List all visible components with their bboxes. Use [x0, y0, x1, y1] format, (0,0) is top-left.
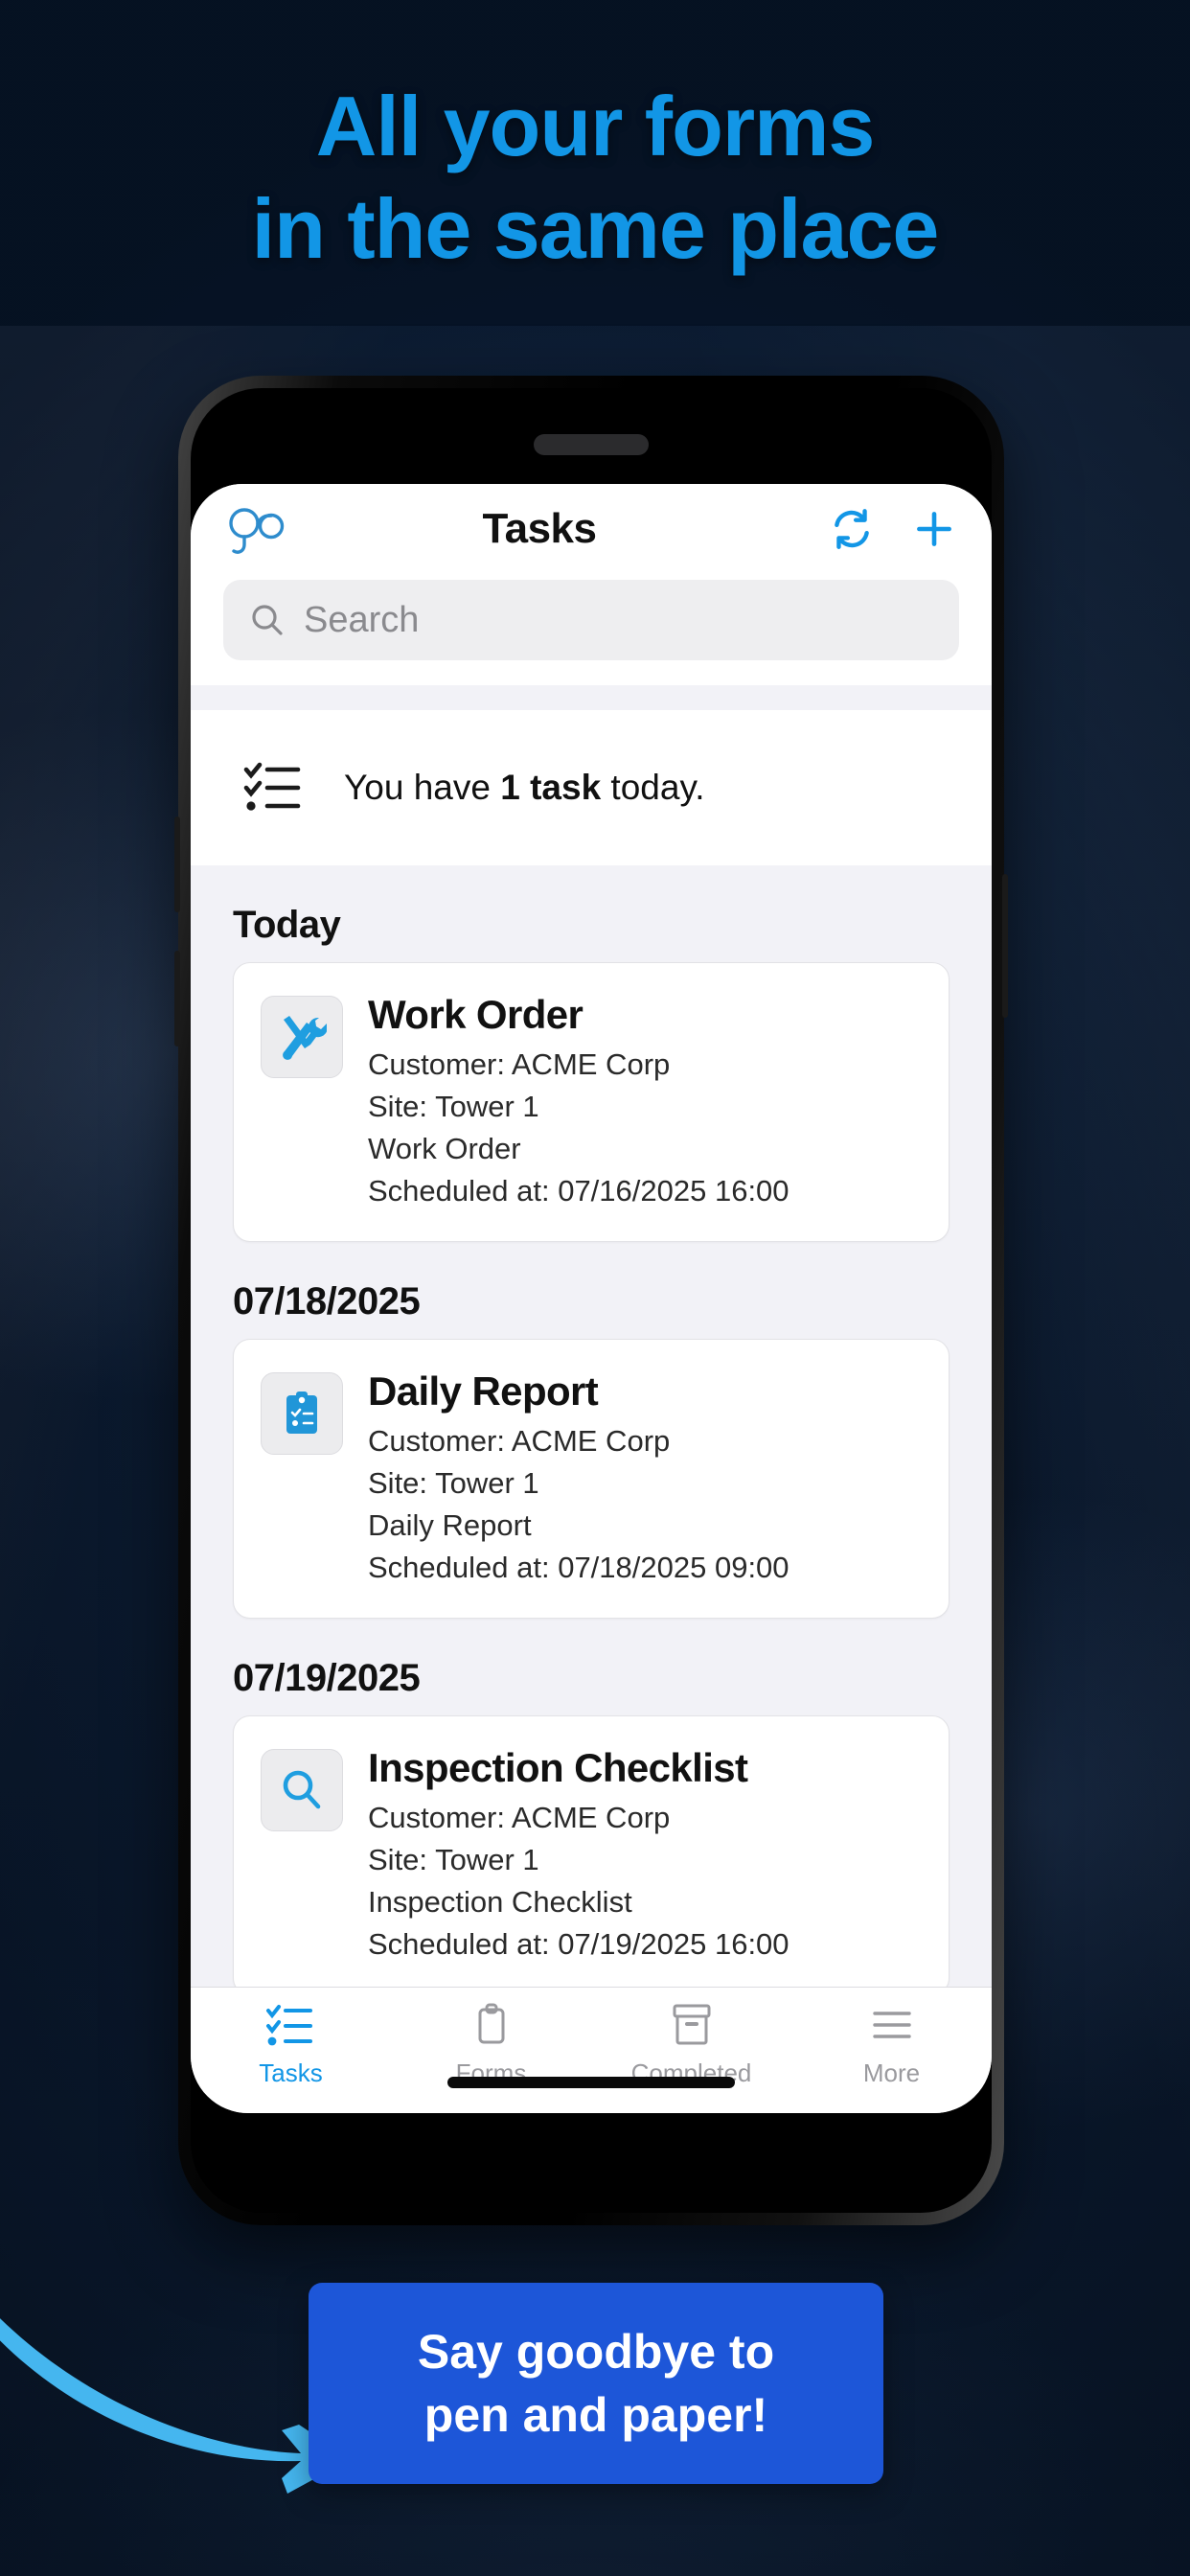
task-card-title: Inspection Checklist [368, 1745, 748, 1791]
tab-label: Tasks [259, 2058, 323, 2087]
section-divider [191, 685, 992, 710]
task-summary-text: You have 1 task today. [344, 768, 704, 808]
summary-suffix: today. [601, 768, 705, 807]
summary-prefix: You have [344, 768, 501, 807]
task-card-customer: Customer: ACME Corp [368, 1424, 671, 1459]
task-card-form: Daily Report [368, 1508, 532, 1543]
headline-line-2: in the same place [251, 181, 940, 277]
archive-box-icon [665, 2001, 719, 2049]
task-card-scheduled: Scheduled at: 07/18/2025 09:00 [368, 1551, 790, 1585]
task-card-site: Site: Tower 1 [368, 1466, 539, 1501]
headline: All your forms in the same place [0, 75, 1190, 281]
home-indicator [447, 2077, 735, 2088]
plus-icon[interactable] [909, 504, 959, 554]
cta-line-2: pen and paper! [423, 2388, 768, 2442]
summary-highlight: 1 task [500, 768, 602, 807]
phone-bezel: Tasks Search You have 1 task today. Toda… [191, 388, 992, 2213]
section-heading-date-2: 07/19/2025 [233, 1657, 421, 1700]
phone-mockup: Tasks Search You have 1 task today. Toda… [174, 376, 1008, 2225]
app-screen: Tasks Search You have 1 task today. Toda… [191, 484, 992, 2113]
clipboard-check-icon [261, 1372, 343, 1456]
tab-more[interactable]: More [791, 2001, 992, 2088]
section-heading-date-1: 07/18/2025 [233, 1280, 421, 1323]
checklist-icon [264, 2001, 318, 2049]
task-card[interactable]: Work Order Customer: ACME Corp Site: Tow… [233, 962, 950, 1243]
task-card-customer: Customer: ACME Corp [368, 1801, 671, 1835]
tab-tasks[interactable]: Tasks [191, 2001, 391, 2088]
cta-line-1: Say goodbye to [417, 2325, 775, 2379]
task-card[interactable]: Daily Report Customer: ACME Corp Site: T… [233, 1339, 950, 1620]
task-card-body: Inspection Checklist Customer: ACME Corp… [368, 1745, 920, 1966]
refresh-icon[interactable] [827, 504, 877, 554]
task-card-scheduled: Scheduled at: 07/16/2025 16:00 [368, 1174, 790, 1208]
search-input[interactable] [304, 599, 934, 641]
search-icon [248, 601, 286, 639]
task-card-customer: Customer: ACME Corp [368, 1047, 671, 1081]
task-card-site: Site: Tower 1 [368, 1090, 539, 1124]
clipboard-icon [465, 2001, 518, 2049]
phone-power-button [1002, 874, 1008, 1018]
magnifier-icon [261, 1749, 343, 1832]
task-list[interactable]: Today Work Order Customer: ACME Corp Sit… [191, 865, 992, 1987]
cta-banner[interactable]: Say goodbye to pen and paper! [309, 2283, 883, 2484]
tab-forms[interactable]: Forms [391, 2001, 591, 2088]
phone-speaker-grille [534, 434, 649, 455]
search-bar-container [191, 574, 992, 685]
go-infinity-logo-icon[interactable] [223, 502, 294, 556]
phone-volume-down-button [174, 951, 180, 1046]
task-card-body: Work Order Customer: ACME Corp Site: Tow… [368, 992, 920, 1212]
task-card-title: Daily Report [368, 1368, 599, 1414]
bottom-tab-bar: Tasks Forms Completed More [191, 1987, 992, 2113]
tools-icon [261, 996, 343, 1078]
phone-volume-up-button [174, 816, 180, 912]
task-card[interactable]: Inspection Checklist Customer: ACME Corp… [233, 1715, 950, 1987]
app-navbar: Tasks [191, 484, 992, 574]
headline-line-1: All your forms [315, 79, 876, 173]
section-heading-today: Today [233, 904, 341, 946]
task-card-form: Work Order [368, 1132, 521, 1166]
task-summary-row: You have 1 task today. [191, 710, 992, 865]
task-card-body: Daily Report Customer: ACME Corp Site: T… [368, 1368, 920, 1589]
hamburger-menu-icon [865, 2001, 919, 2049]
search-box[interactable] [223, 580, 959, 660]
task-card-title: Work Order [368, 992, 584, 1037]
tab-completed[interactable]: Completed [591, 2001, 791, 2088]
task-card-scheduled: Scheduled at: 07/19/2025 16:00 [368, 1927, 790, 1962]
checklist-icon [242, 759, 306, 816]
task-card-form: Inspection Checklist [368, 1885, 632, 1920]
page-title: Tasks [482, 505, 598, 552]
task-card-site: Site: Tower 1 [368, 1843, 539, 1877]
tab-label: More [862, 2058, 921, 2087]
